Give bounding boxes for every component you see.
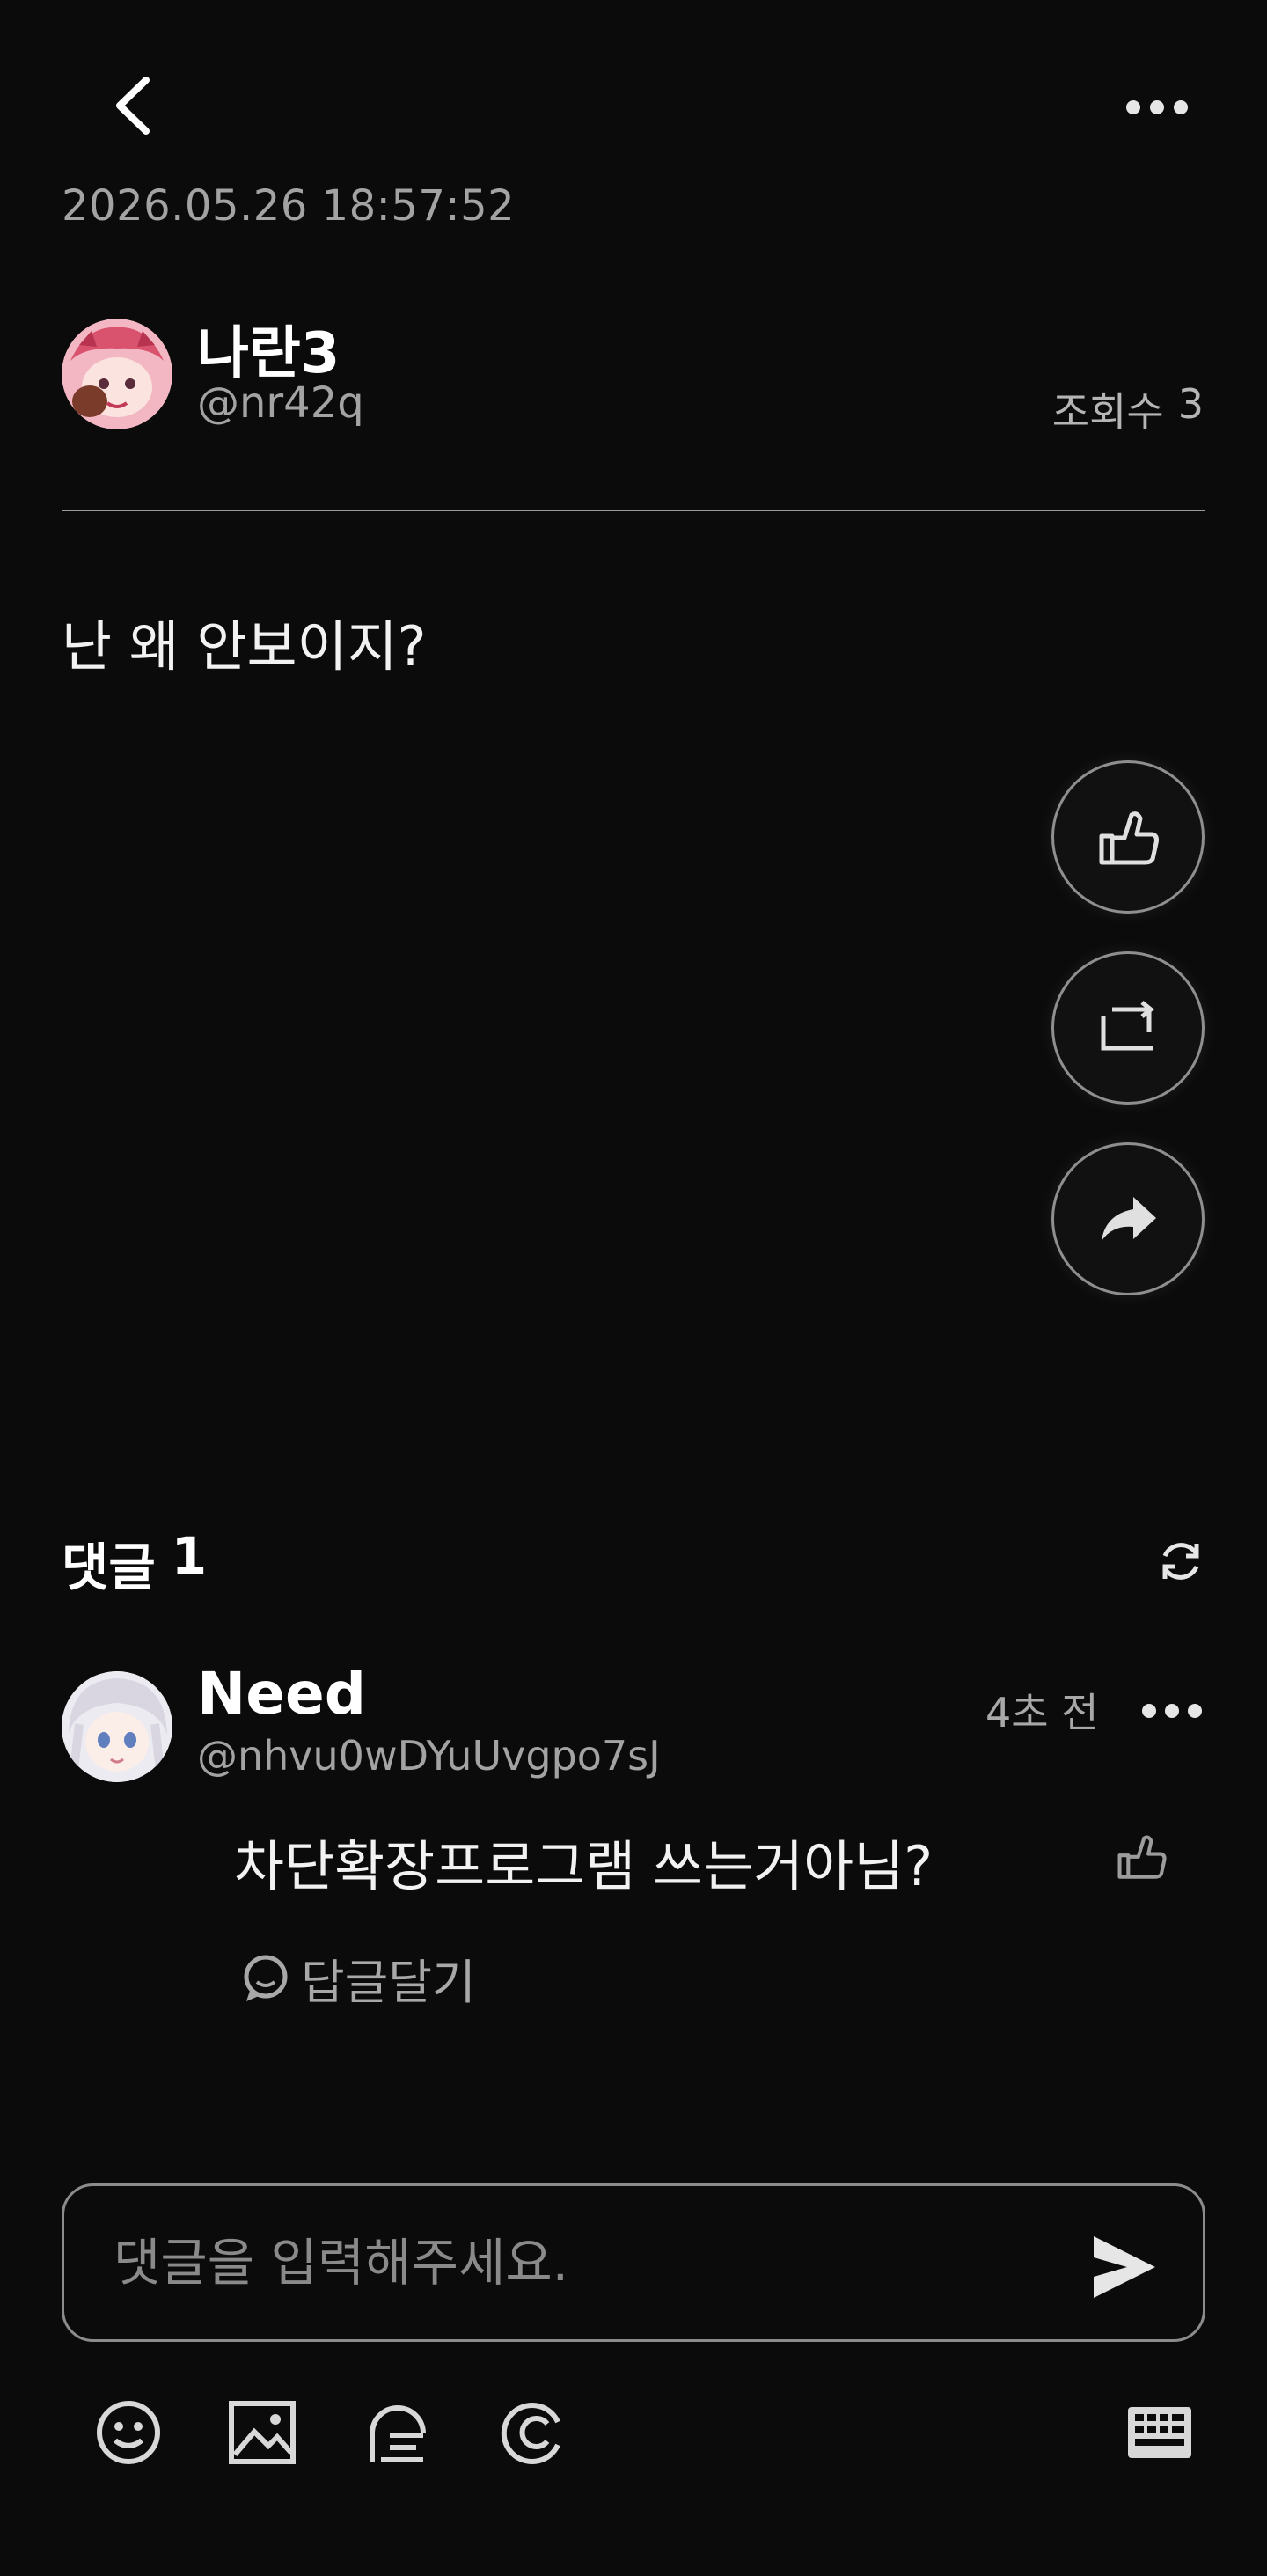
reply-label: 답글달기 xyxy=(301,1955,476,2010)
author-name[interactable]: 나란3 xyxy=(197,308,340,389)
back-button[interactable] xyxy=(99,63,165,148)
keyboard-button[interactable] xyxy=(1123,2396,1197,2470)
mention-icon xyxy=(500,2399,567,2466)
thumbs-up-icon xyxy=(1114,1831,1168,1882)
ellipsis-icon xyxy=(1141,1703,1203,1719)
more-options-button[interactable] xyxy=(1117,72,1197,143)
view-count-value: 3 xyxy=(1177,380,1204,428)
emoji-button[interactable] xyxy=(92,2396,165,2470)
repost-icon xyxy=(1095,997,1161,1059)
share-arrow-icon xyxy=(1095,1188,1161,1250)
image-button[interactable] xyxy=(225,2396,299,2470)
keyboard-icon xyxy=(1126,2402,1193,2463)
reply-button[interactable]: 답글달기 xyxy=(239,1943,476,2013)
post-body-text: 난 왜 안보이지? xyxy=(62,614,427,679)
comment-like-button[interactable] xyxy=(1110,1825,1172,1887)
thumbs-up-icon xyxy=(1095,806,1161,868)
speech-bubble-icon xyxy=(239,1952,292,2005)
comment-input[interactable] xyxy=(114,2233,993,2293)
send-icon xyxy=(1090,2233,1157,2301)
comment-author-avatar[interactable] xyxy=(62,1671,172,1782)
post-timestamp: 2026.05.26 18:57:52 xyxy=(62,181,516,231)
chevron-left-icon xyxy=(109,75,155,136)
send-button[interactable] xyxy=(1090,2232,1157,2302)
emoji-icon xyxy=(94,2398,163,2467)
refresh-button[interactable] xyxy=(1153,1533,1209,1589)
user-avatar-icon xyxy=(62,1671,172,1782)
comment-text: 차단확장프로그램 쓰는거아님? xyxy=(234,1834,934,1898)
view-count-label: 조회수 xyxy=(1051,388,1164,436)
ellipsis-icon xyxy=(1124,99,1190,116)
like-button[interactable] xyxy=(1051,760,1205,914)
view-count: 조회수 3 xyxy=(1052,380,1204,438)
comments-header: 댓글 1 xyxy=(62,1526,207,1600)
author-handle[interactable]: @nr42q xyxy=(197,378,364,428)
poll-icon xyxy=(365,2400,430,2465)
comment-author-handle[interactable]: @nhvu0wDYuUvgpo7sJ xyxy=(197,1732,661,1780)
author-avatar[interactable] xyxy=(62,319,172,429)
divider xyxy=(62,510,1205,511)
mention-button[interactable] xyxy=(496,2396,570,2470)
comments-count: 1 xyxy=(171,1526,208,1586)
comment-time: 4초 전 xyxy=(985,1689,1099,1736)
poll-button[interactable] xyxy=(361,2396,435,2470)
comments-label: 댓글 xyxy=(62,1538,156,1597)
refresh-icon xyxy=(1156,1537,1205,1586)
comment-input-box[interactable] xyxy=(62,2183,1205,2342)
repost-button[interactable] xyxy=(1051,951,1205,1105)
comment-more-button[interactable] xyxy=(1137,1684,1207,1737)
comment-author-name[interactable]: Need xyxy=(197,1660,366,1728)
image-icon xyxy=(228,2400,297,2465)
share-button[interactable] xyxy=(1051,1142,1205,1295)
post-detail-screen: 2026.05.26 18:57:52 나란3 @nr42q 조회수 3 난 왜… xyxy=(0,0,1267,2576)
user-avatar-icon xyxy=(62,319,172,429)
